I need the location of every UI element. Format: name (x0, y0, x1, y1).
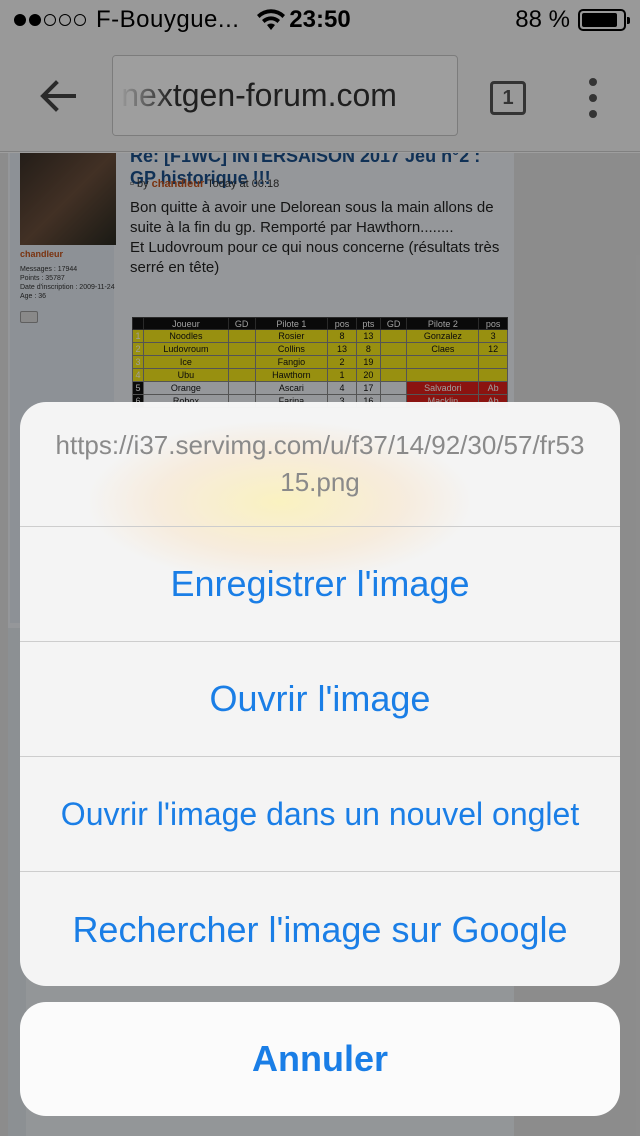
image-action-sheet: https://i37.servimg.com/u/f37/14/92/30/5… (20, 402, 620, 986)
image-url-label: https://i37.servimg.com/u/f37/14/92/30/5… (20, 402, 620, 527)
cancel-button[interactable]: Annuler (20, 1002, 620, 1116)
open-image-button[interactable]: Ouvrir l'image (20, 642, 620, 757)
open-image-new-tab-button[interactable]: Ouvrir l'image dans un nouvel onglet (20, 757, 620, 872)
search-image-google-button[interactable]: Rechercher l'image sur Google (20, 872, 620, 986)
save-image-button[interactable]: Enregistrer l'image (20, 527, 620, 642)
